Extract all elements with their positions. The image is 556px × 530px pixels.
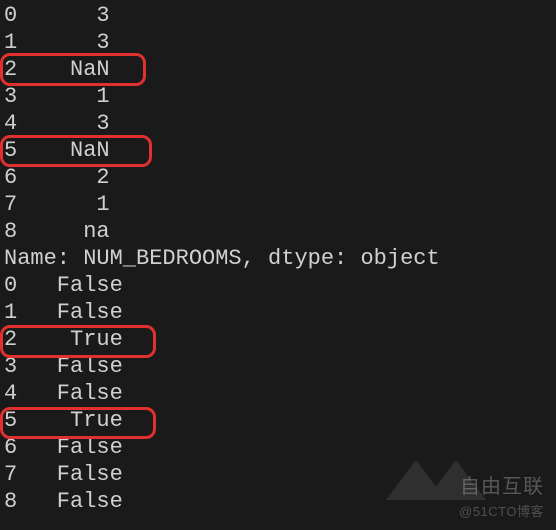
series-row: 2 True <box>0 326 556 353</box>
series-row: 5 NaN <box>0 137 556 164</box>
watermark-sub: @51CTO博客 <box>459 501 544 520</box>
series-row: 4 False <box>0 380 556 407</box>
series-name-line: Name: NUM_BEDROOMS, dtype: object <box>0 245 556 272</box>
series-row: 3 False <box>0 353 556 380</box>
series-row: 3 1 <box>0 83 556 110</box>
series-row: 4 3 <box>0 110 556 137</box>
series-row: 6 2 <box>0 164 556 191</box>
series-row: 1 3 <box>0 29 556 56</box>
series-row: 5 True <box>0 407 556 434</box>
series-row: 2 NaN <box>0 56 556 83</box>
terminal-output: 0 31 32 NaN3 14 35 NaN6 27 18 naName: NU… <box>0 2 556 515</box>
series-row: 8 na <box>0 218 556 245</box>
series-row: 7 1 <box>0 191 556 218</box>
series-row: 0 3 <box>0 2 556 29</box>
series-row: 1 False <box>0 299 556 326</box>
series-row: 0 False <box>0 272 556 299</box>
watermark-main: 自由互联 <box>459 470 544 499</box>
watermark: 自由互联 @51CTO博客 <box>459 470 544 520</box>
series-row: 6 False <box>0 434 556 461</box>
